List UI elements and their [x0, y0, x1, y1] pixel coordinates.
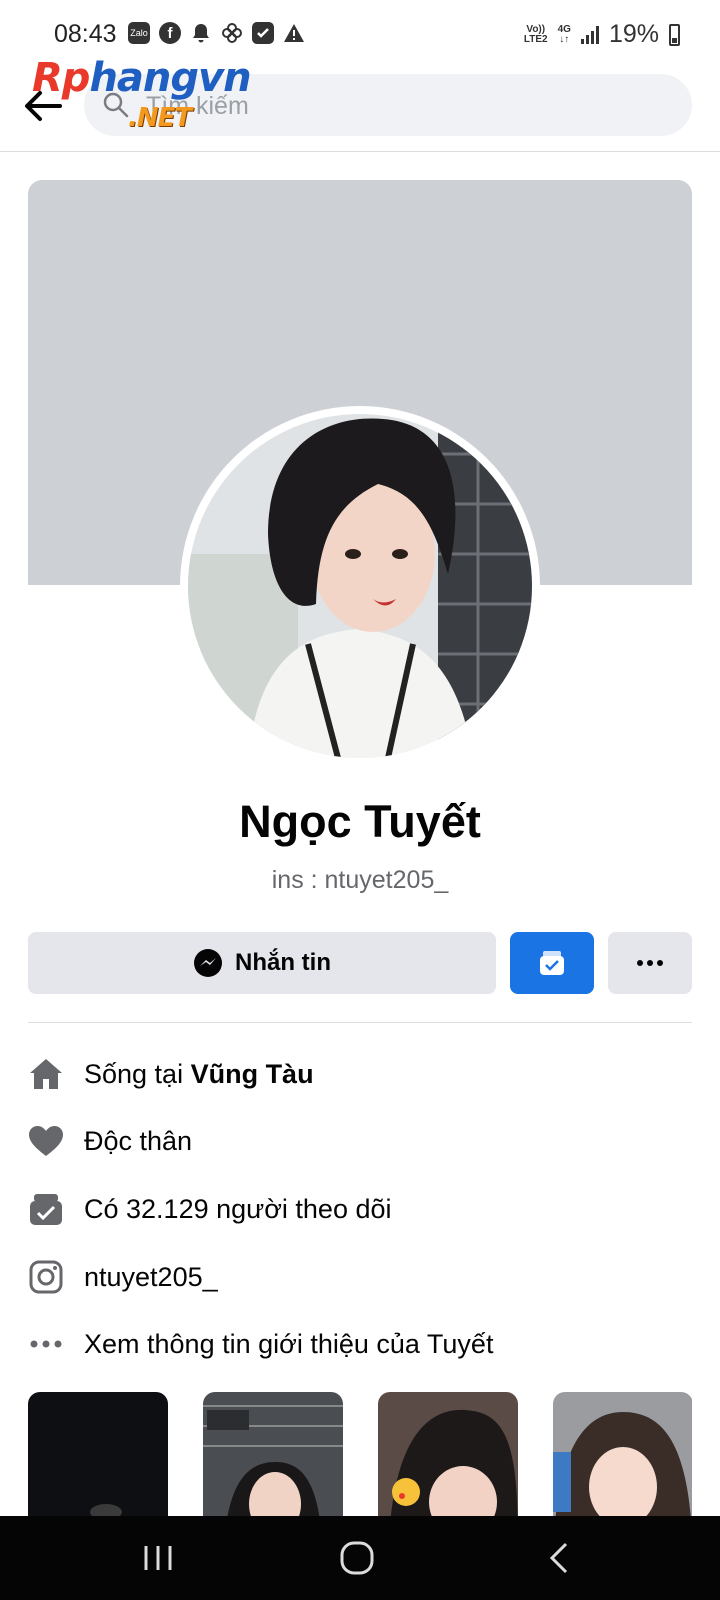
intro-lives-in: Sống tại Vũng Tàu: [28, 1049, 692, 1099]
intro-relationship: Độc thân: [28, 1116, 692, 1166]
relationship-text: Độc thân: [84, 1125, 193, 1156]
featured-photo[interactable]: [28, 1392, 168, 1516]
zalo-icon: Zalo: [128, 22, 150, 44]
more-dots-icon: [637, 960, 663, 966]
profile-name: Ngọc Tuyết: [239, 796, 481, 847]
system-navigation-bar: [0, 1516, 720, 1600]
featured-photo[interactable]: [378, 1392, 518, 1516]
followers-icon: [28, 1191, 64, 1227]
follow-check-icon: [540, 951, 564, 975]
divider: [28, 1022, 692, 1023]
intro-see-about[interactable]: Xem thông tin giới thiệu của Tuyết: [28, 1319, 692, 1369]
warning-icon: [283, 22, 305, 44]
profile-bio: ins : ntuyet205_: [271, 866, 449, 894]
notification-icons: Zalo f: [128, 22, 305, 44]
heart-icon: [28, 1123, 64, 1159]
volte-indicator: Vo)) LTE2: [523, 23, 548, 45]
signal-icon: [580, 25, 599, 44]
see-about-text: Xem thông tin giới thiệu của Tuyết: [84, 1328, 494, 1359]
profile-picture[interactable]: [180, 406, 540, 766]
battery-icon: [669, 23, 680, 46]
recent-apps-icon: [144, 1546, 172, 1570]
home-button[interactable]: [337, 1538, 377, 1578]
chevron-left-icon: [549, 1542, 568, 1574]
followers-text[interactable]: Có 32.129 người theo dõi: [84, 1194, 392, 1225]
battery-percent: 19%: [608, 20, 659, 48]
network-type: 4G ↓↑: [557, 23, 571, 45]
more-button[interactable]: [608, 932, 692, 994]
nav-back-button[interactable]: [540, 1538, 580, 1578]
home-circle-icon: [340, 1541, 374, 1575]
checkbox-icon: [252, 22, 274, 44]
instagram-icon: [28, 1259, 64, 1295]
instagram-handle[interactable]: ntuyet205_: [84, 1262, 218, 1293]
message-button-label: Nhắn tin: [235, 949, 331, 976]
messenger-icon: [194, 949, 222, 977]
header: Tìm kiếm Rphangvn .NET: [0, 58, 720, 152]
pinwheel-icon: [221, 22, 243, 44]
facebook-icon: f: [159, 22, 181, 44]
bell-icon: [190, 22, 212, 44]
intro-followers: Có 32.129 người theo dõi: [28, 1184, 692, 1234]
home-icon: [28, 1056, 64, 1092]
featured-photo[interactable]: [553, 1392, 692, 1516]
recent-apps-button[interactable]: [138, 1538, 178, 1578]
system-status: Vo)) LTE2 4G ↓↑ 19%: [524, 20, 680, 49]
site-watermark-logo: Rphangvn .NET: [32, 55, 252, 133]
featured-photo[interactable]: [203, 1392, 343, 1516]
profile-photo-image: [188, 414, 532, 758]
lives-in-place[interactable]: Vũng Tàu: [191, 1059, 314, 1089]
status-time: 08:43: [54, 20, 117, 48]
intro-instagram: ntuyet205_: [28, 1252, 692, 1302]
more-info-icon: [28, 1326, 64, 1362]
follow-button[interactable]: [510, 932, 594, 994]
message-button[interactable]: Nhắn tin: [28, 932, 496, 994]
featured-photos: [28, 1392, 692, 1516]
